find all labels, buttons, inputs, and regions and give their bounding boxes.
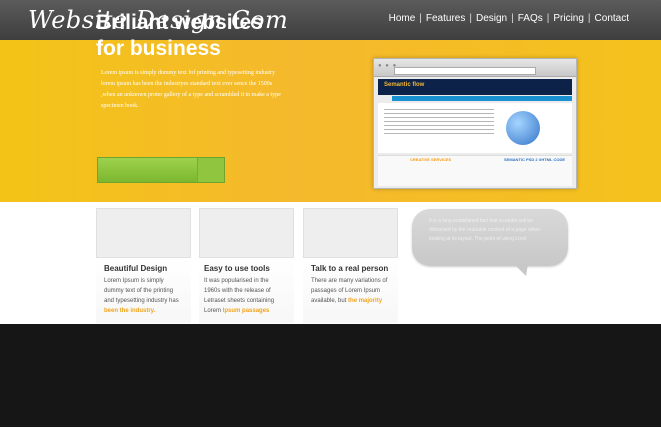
feature-highlight-1[interactable]: been the industry. [104,308,155,314]
hero-title: Briliant websites for business [96,10,316,62]
website-preview-screenshot: ● ● ● Semantic flow CREATIVE SERVICES SE… [373,58,577,189]
hero-title-line-2: for business [96,37,221,60]
nav-faqs[interactable]: FAQs [518,13,543,24]
feature-text-3: There are many variations of passages of… [311,276,391,306]
nav-separator: | [469,13,472,24]
nav-separator: | [419,13,422,24]
preview-site-logo: Semantic flow [384,82,425,88]
feature-text-2: It was popularised in the 1960s with the… [204,276,282,316]
preview-section-title-2: SEMANTIC PSD 2 XHTML CODE [504,157,566,162]
feature-text-1: Lorem Ipsum is simply dummy text of the … [104,276,182,316]
nav-design[interactable]: Design [476,13,507,24]
nav-separator: | [546,13,550,24]
quote-text: It is a long established fact that a rea… [429,218,540,242]
nav-separator: | [511,13,514,24]
preview-text-lines [384,109,494,137]
feature-title-3: Talk to a real person [311,264,389,273]
feature-highlight-3[interactable]: the majority [348,298,382,304]
main-nav: Home | Features | Design | FAQs | Pricing | Contac… [389,13,629,24]
feature-highlight-2[interactable]: Ipsum passages [223,308,270,314]
feature-title-2: Easy to use tools [204,264,270,273]
quote-bubble: It is a long established fact that a rea… [412,209,568,276]
feature-body-1: Lorem Ipsum is simply dummy text of the … [104,278,179,304]
feature-title-1: Beautiful Design [104,264,168,273]
nav-home[interactable]: Home [389,13,416,24]
feature-image-3 [303,208,398,258]
browser-address-bar [394,67,536,75]
footer [0,324,661,427]
globe-icon [506,111,540,145]
preview-site-nav [392,96,572,101]
nav-features[interactable]: Features [426,13,465,24]
nav-separator: | [587,13,591,24]
feature-image-2 [199,208,294,258]
nav-contact[interactable]: Contact [595,13,629,24]
preview-section-title-1: CREATIVE SERVICES [410,157,452,162]
hero-description: Lorem ipsum is simply dummy text fof pri… [101,70,281,109]
feature-image-1 [96,208,191,258]
hero-title-line-1: Briliant websites [96,11,263,34]
nav-pricing[interactable]: Pricing [553,13,584,24]
hero-cta-button[interactable] [97,157,225,183]
